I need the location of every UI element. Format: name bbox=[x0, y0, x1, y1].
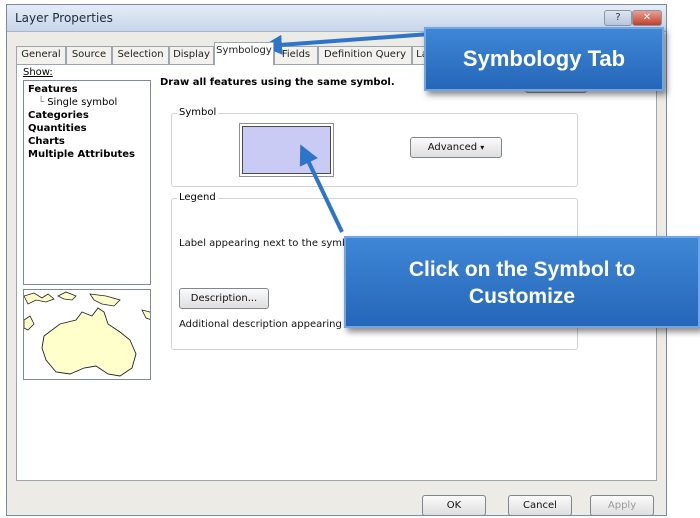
tab-source[interactable]: Source bbox=[66, 46, 112, 64]
tree-item-quantities[interactable]: Quantities bbox=[28, 123, 87, 134]
cancel-button[interactable]: Cancel bbox=[508, 495, 572, 516]
description-button[interactable]: Description... bbox=[179, 288, 269, 309]
tree-item-charts[interactable]: Charts bbox=[28, 136, 65, 147]
tab-general[interactable]: General bbox=[16, 46, 66, 64]
tree-item-single-symbol[interactable]: └ Single symbol bbox=[38, 97, 117, 108]
legend-group-title: Legend bbox=[177, 192, 218, 203]
tab-selection[interactable]: Selection bbox=[112, 46, 169, 64]
tree-item-features[interactable]: Features bbox=[28, 84, 78, 95]
advanced-button-label: Advanced bbox=[427, 142, 478, 153]
tab-definition-query[interactable]: Definition Query bbox=[318, 46, 412, 64]
close-button[interactable]: ✕ bbox=[632, 10, 662, 26]
help-button[interactable]: ? bbox=[604, 10, 632, 26]
symbology-tab-callout: Symbology Tab bbox=[424, 27, 664, 91]
symbol-group: Symbol bbox=[171, 107, 578, 187]
symbol-group-title: Symbol bbox=[177, 107, 219, 118]
tree-item-single-symbol-label: Single symbol bbox=[47, 97, 118, 108]
advanced-button[interactable]: Advanced ▾ bbox=[410, 137, 502, 158]
australia-map-icon bbox=[24, 290, 150, 379]
click-symbol-callout: Click on the Symbol to Customize bbox=[344, 236, 700, 328]
symbology-heading: Draw all features using the same symbol. bbox=[160, 77, 395, 88]
window-title: Layer Properties bbox=[15, 11, 113, 25]
symbol-swatch-button[interactable] bbox=[242, 126, 331, 174]
show-label: Show: bbox=[23, 67, 53, 78]
tab-fields[interactable]: Fields bbox=[274, 46, 318, 64]
tree-item-categories[interactable]: Categories bbox=[28, 110, 89, 121]
show-tree: Features └ Single symbol Categories Quan… bbox=[23, 80, 151, 285]
tree-item-multiple-attributes[interactable]: Multiple Attributes bbox=[28, 149, 135, 160]
apply-button[interactable]: Apply bbox=[590, 495, 654, 516]
tab-display[interactable]: Display bbox=[169, 46, 214, 64]
chevron-down-icon: ▾ bbox=[480, 143, 485, 152]
tree-branch-icon: └ bbox=[38, 97, 48, 108]
tab-symbology[interactable]: Symbology bbox=[214, 42, 274, 65]
preview-map bbox=[23, 289, 151, 380]
ok-button[interactable]: OK bbox=[422, 495, 486, 516]
